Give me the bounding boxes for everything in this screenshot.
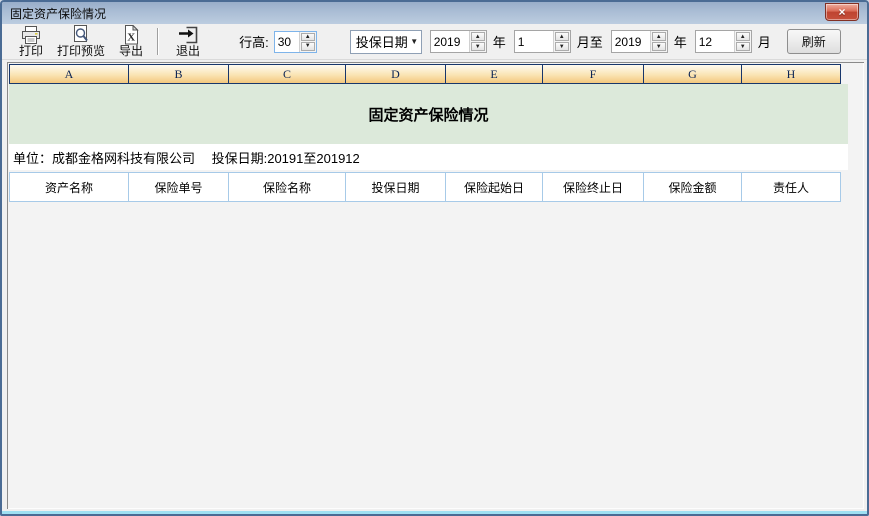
window-title: 固定资产保险情况 xyxy=(10,5,825,22)
row-height-value: 30 xyxy=(275,32,299,52)
table-header-responsible-person: 责任人 xyxy=(741,172,841,202)
print-button-label: 打印 xyxy=(19,45,43,58)
close-icon: × xyxy=(838,6,845,18)
exit-button[interactable]: 退出 xyxy=(169,24,207,59)
report-grid: A B C D E F G H 固定资产保险情况 单位：成都金格网科技有限公司 … xyxy=(7,62,864,509)
spinner-up-icon[interactable]: ▲ xyxy=(652,32,666,41)
row-height-spinner[interactable]: 30 ▲ ▼ xyxy=(274,31,317,53)
table-header-start-date: 保险起始日 xyxy=(445,172,543,202)
column-header-g[interactable]: G xyxy=(643,64,742,84)
column-header-e[interactable]: E xyxy=(445,64,543,84)
column-header-d[interactable]: D xyxy=(345,64,446,84)
chevron-down-icon: ▼ xyxy=(408,37,421,46)
row-height-label: 行高: xyxy=(239,32,269,51)
column-header-f[interactable]: F xyxy=(542,64,644,84)
print-preview-button[interactable]: 打印预览 xyxy=(50,24,112,59)
exit-icon xyxy=(177,25,199,45)
start-year-suffix-label: 年 xyxy=(493,32,506,51)
spinner-up-icon[interactable]: ▲ xyxy=(301,33,315,42)
spinner-down-icon[interactable]: ▼ xyxy=(652,42,666,51)
export-button-label: 导出 xyxy=(119,45,143,58)
end-year-spinner[interactable]: 2019 ▲ ▼ xyxy=(611,30,668,53)
range-connector-label: 月至 xyxy=(577,32,603,51)
start-month-spinner[interactable]: 1 ▲ ▼ xyxy=(514,30,571,53)
table-header-policy-number: 保险单号 xyxy=(128,172,229,202)
end-month-suffix-label: 月 xyxy=(758,32,771,51)
exit-button-label: 退出 xyxy=(176,45,200,58)
export-excel-icon: X xyxy=(122,25,140,45)
toolbar: 打印 打印预览 X 导出 xyxy=(2,24,867,60)
unit-info-row: 单位：成都金格网科技有限公司 投保日期:20191至201912 xyxy=(9,144,848,170)
spinner-up-icon[interactable]: ▲ xyxy=(555,32,569,41)
column-header-c[interactable]: C xyxy=(228,64,346,84)
end-year-value: 2019 xyxy=(612,31,650,52)
refresh-button[interactable]: 刷新 xyxy=(787,29,841,54)
unit-info-text: 单位：成都金格网科技有限公司 投保日期:20191至201912 xyxy=(13,148,360,167)
spinner-down-icon[interactable]: ▼ xyxy=(736,42,750,51)
table-header-insurance-name: 保险名称 xyxy=(228,172,346,202)
column-header-h[interactable]: H xyxy=(741,64,841,84)
start-month-value: 1 xyxy=(515,31,553,52)
start-year-spinner[interactable]: 2019 ▲ ▼ xyxy=(430,30,487,53)
spinner-up-icon[interactable]: ▲ xyxy=(736,32,750,41)
print-preview-button-label: 打印预览 xyxy=(57,45,105,58)
spinner-up-icon[interactable]: ▲ xyxy=(471,32,485,41)
column-header-b[interactable]: B xyxy=(128,64,229,84)
start-year-spinner-arrows: ▲ ▼ xyxy=(469,31,486,52)
table-header-end-date: 保险终止日 xyxy=(542,172,644,202)
app-window: 固定资产保险情况 × 打印 xyxy=(0,0,869,516)
end-year-suffix-label: 年 xyxy=(674,32,687,51)
end-month-spinner-arrows: ▲ ▼ xyxy=(734,31,751,52)
table-header-asset-name: 资产名称 xyxy=(9,172,129,202)
column-header-a[interactable]: A xyxy=(9,64,129,84)
row-height-spinner-arrows: ▲ ▼ xyxy=(299,32,316,52)
printer-icon xyxy=(20,25,42,45)
table-header-row: 资产名称 保险单号 保险名称 投保日期 保险起始日 保险终止日 保险金额 责任人 xyxy=(9,172,848,202)
table-header-insured-date: 投保日期 xyxy=(345,172,446,202)
toolbar-separator xyxy=(157,28,158,55)
spinner-down-icon[interactable]: ▼ xyxy=(471,42,485,51)
report-title: 固定资产保险情况 xyxy=(368,104,488,125)
end-month-value: 12 xyxy=(696,31,734,52)
print-preview-icon xyxy=(71,25,91,45)
start-month-spinner-arrows: ▲ ▼ xyxy=(553,31,570,52)
svg-text:X: X xyxy=(127,32,135,44)
print-button[interactable]: 打印 xyxy=(12,24,50,59)
title-bar: 固定资产保险情况 × xyxy=(2,2,867,24)
start-year-value: 2019 xyxy=(431,31,469,52)
report-title-row: 固定资产保险情况 xyxy=(9,84,848,144)
spinner-down-icon[interactable]: ▼ xyxy=(555,42,569,51)
date-type-dropdown[interactable]: 投保日期 ▼ xyxy=(350,30,422,54)
end-year-spinner-arrows: ▲ ▼ xyxy=(650,31,667,52)
date-type-value: 投保日期 xyxy=(351,32,408,51)
end-month-spinner[interactable]: 12 ▲ ▼ xyxy=(695,30,752,53)
export-button[interactable]: X 导出 xyxy=(112,24,150,59)
table-header-insured-amount: 保险金额 xyxy=(643,172,742,202)
close-button[interactable]: × xyxy=(825,3,859,21)
column-letter-header-row: A B C D E F G H xyxy=(9,64,848,84)
spinner-down-icon[interactable]: ▼ xyxy=(301,42,315,51)
